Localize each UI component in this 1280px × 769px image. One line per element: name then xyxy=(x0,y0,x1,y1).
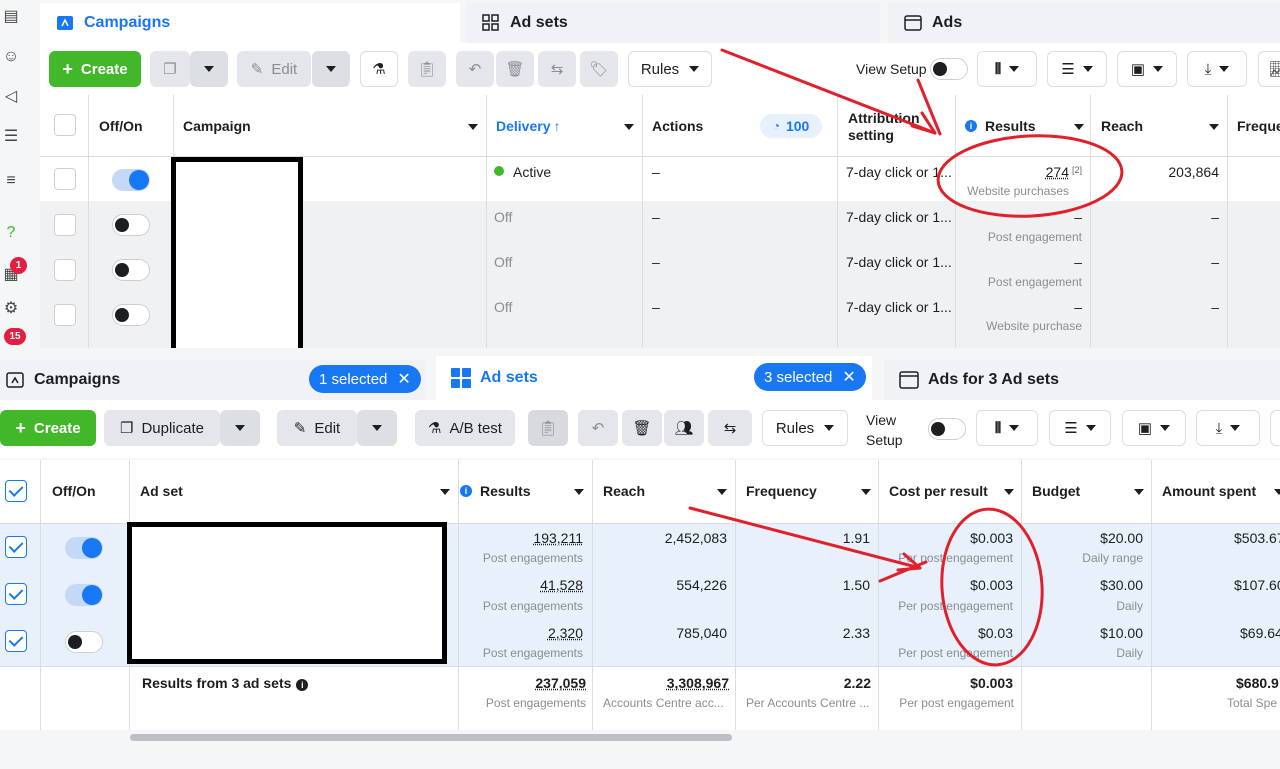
red-annotation-overlay xyxy=(720,48,1124,218)
bottom-adsets-panel: Campaigns 1 selected ✕ Ad sets 3 selected… xyxy=(0,348,1280,769)
top-campaigns-panel: ▤ ☺ ◁ ☰ ≡ ? ▦ 1 ⚙ 15 Campaigns Ad sets A… xyxy=(0,0,1280,348)
red-annotation-overlay xyxy=(688,506,1044,667)
